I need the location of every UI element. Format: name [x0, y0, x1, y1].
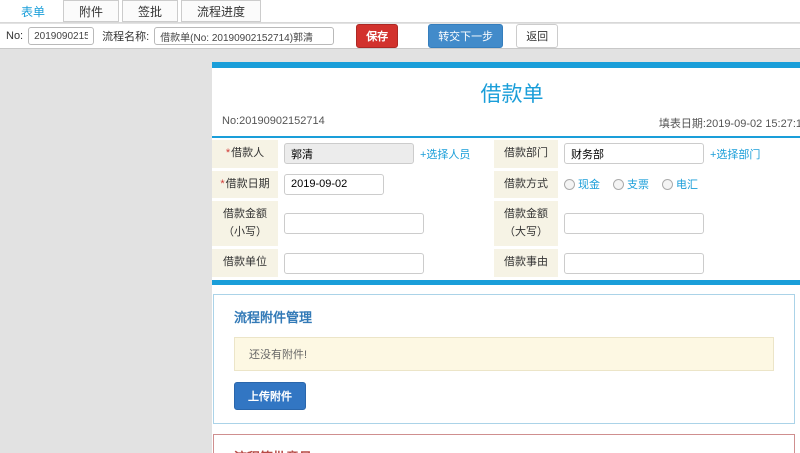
department-input[interactable] [564, 143, 704, 165]
attachments-heading: 流程附件管理 [234, 309, 313, 325]
form-title: 借款单 [480, 83, 544, 106]
radio-circle-icon [564, 178, 575, 190]
radio-circle-icon [662, 178, 673, 190]
required-asterisk: * [220, 177, 225, 190]
approval-heading: 流程签批意见 [234, 447, 774, 453]
approval-panel: 流程签批意见 B I abc [213, 433, 795, 453]
label-amount-upper: 借款金额（大写） [494, 201, 558, 247]
tab-form[interactable]: 表单 [6, 0, 61, 22]
label-unit: 借款单位 [212, 249, 278, 277]
top-toolbar: No: 流程名称: 保存 转交下一步 返回 [0, 24, 800, 49]
tab-bar: 表单 附件 签批 流程进度 [0, 0, 800, 23]
tab-progress[interactable]: 流程进度 [181, 0, 262, 22]
next-step-button[interactable]: 转交下一步 [428, 24, 504, 48]
label-method: 借款方式 [494, 170, 558, 199]
no-input[interactable] [28, 27, 95, 45]
save-button[interactable]: 保存 [356, 24, 399, 48]
label-date: *借款日期 [212, 170, 278, 199]
upload-attachment-button[interactable]: 上传附件 [234, 381, 306, 410]
label-borrower: *借款人 [212, 140, 278, 168]
select-department-link[interactable]: +选择部门 [710, 146, 760, 162]
radio-cash[interactable]: 现金 [564, 176, 600, 192]
amount-lower-input[interactable] [284, 213, 424, 235]
attachments-panel: 流程附件管理 还没有附件! 上传附件 [213, 293, 795, 424]
radio-circle-icon [613, 178, 624, 190]
attachments-empty-message: 还没有附件! [234, 336, 774, 371]
form-panel: 借款单 No:20190902152714 填表日期:2019-09-02 15… [212, 62, 800, 453]
required-asterisk: * [225, 147, 231, 159]
label-reason: 借款事由 [494, 249, 558, 277]
date-input[interactable] [284, 173, 384, 195]
form-no: No:20190902152714 [222, 115, 325, 127]
amount-upper-input[interactable] [564, 213, 704, 235]
flow-name-input[interactable] [154, 27, 335, 45]
flow-name-label: 流程名称: [102, 31, 150, 43]
label-department: 借款部门 [494, 140, 558, 168]
radio-check[interactable]: 支票 [613, 176, 649, 192]
tab-approval[interactable]: 签批 [122, 0, 179, 22]
form-fill-date: 填表日期:2019-09-02 15:27:1 [658, 118, 800, 130]
unit-input[interactable] [284, 252, 424, 274]
label-amount-lower: 借款金额（小写） [212, 201, 278, 247]
form-footer-bar [212, 279, 800, 285]
radio-wire[interactable]: 电汇 [662, 176, 698, 192]
reason-input[interactable] [564, 252, 704, 274]
tab-attachments[interactable]: 附件 [63, 0, 120, 22]
form-grid: *借款人 +选择人员 借款部门 +选择部门 *借款日期 借款方式 现金 支票 电… [212, 140, 800, 277]
form-meta-row: No:20190902152714 填表日期:2019-09-02 15:27:… [212, 111, 800, 138]
select-person-link[interactable]: +选择人员 [420, 146, 470, 162]
no-label: No: [6, 30, 24, 42]
back-button[interactable]: 返回 [516, 24, 559, 48]
borrower-input[interactable] [284, 143, 414, 165]
